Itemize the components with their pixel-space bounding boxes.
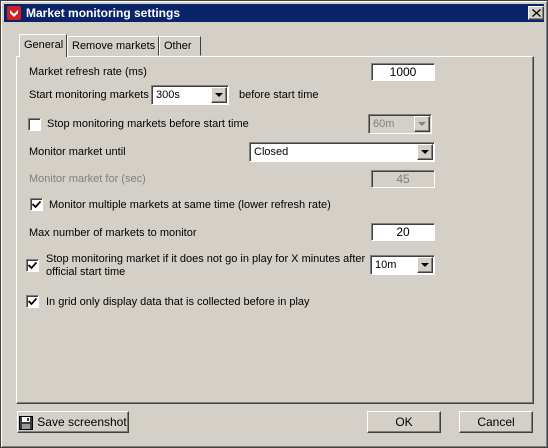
stop-not-in-play-label-line2: official start time [46, 266, 126, 278]
stop-not-in-play-checkbox[interactable] [26, 259, 39, 272]
start-monitoring-select[interactable]: 300s [151, 85, 229, 105]
multiple-markets-label: Monitor multiple markets at same time (l… [49, 199, 331, 211]
start-monitoring-suffix: before start time [239, 89, 319, 101]
monitor-until-value: Closed [254, 146, 289, 158]
chevron-down-icon [421, 150, 429, 154]
tab-other[interactable]: Other [159, 36, 201, 56]
save-screenshot-label: Save screenshot [37, 415, 127, 429]
tab-other-label: Other [164, 40, 192, 52]
max-markets-input[interactable]: 20 [371, 223, 435, 241]
monitor-until-select[interactable]: Closed [249, 142, 435, 162]
stop-before-start-value: 60m [373, 118, 395, 130]
cancel-button[interactable]: Cancel [459, 411, 533, 433]
chevron-down-icon [421, 263, 429, 267]
start-monitoring-value: 300s [156, 89, 180, 101]
window-title: Market monitoring settings [26, 6, 181, 20]
checkmark-icon [32, 200, 41, 209]
refresh-rate-input[interactable]: 1000 [371, 63, 435, 81]
floppy-disk-icon [19, 415, 34, 430]
start-monitoring-dropdown-button[interactable] [211, 87, 227, 103]
grid-only-before-label: In grid only display data that is collec… [46, 296, 310, 308]
close-icon [532, 9, 541, 17]
checkmark-icon [28, 261, 37, 270]
tab-general-label: General [24, 39, 64, 51]
ok-label: OK [395, 415, 413, 429]
tab-remove-markets[interactable]: Remove markets [67, 36, 159, 56]
ok-button[interactable]: OK [367, 411, 441, 433]
refresh-rate-label: Market refresh rate (ms) [29, 66, 147, 78]
stop-not-in-play-select[interactable]: 10m [370, 255, 435, 275]
monitor-until-dropdown-button[interactable] [417, 144, 433, 160]
cancel-label: Cancel [477, 415, 515, 429]
monitor-for-input: 45 [371, 170, 435, 188]
stop-before-start-select: 60m [368, 114, 432, 134]
stop-before-start-dropdown-button [414, 116, 430, 132]
grid-only-before-checkbox[interactable] [26, 295, 39, 308]
multiple-markets-checkbox[interactable] [30, 198, 43, 211]
start-monitoring-label: Start monitoring markets [29, 89, 149, 101]
settings-window: Market monitoring settings General Remov… [0, 0, 548, 448]
tab-remove-markets-label: Remove markets [72, 40, 156, 52]
stop-not-in-play-dropdown-button[interactable] [417, 257, 433, 273]
checkmark-icon [28, 297, 37, 306]
save-screenshot-button[interactable]: Save screenshot [17, 411, 129, 433]
stop-before-start-label: Stop monitoring markets before start tim… [47, 118, 249, 130]
title-bar: Market monitoring settings [4, 4, 544, 22]
close-button[interactable] [528, 6, 544, 20]
stop-before-start-checkbox[interactable] [28, 118, 41, 131]
chevron-down-icon [215, 93, 223, 97]
stop-not-in-play-label-line1: Stop monitoring market if it does not go… [46, 253, 366, 265]
tab-general[interactable]: General [19, 34, 67, 57]
monitor-for-label: Monitor market for (sec) [29, 173, 146, 185]
app-icon [7, 6, 21, 20]
stop-not-in-play-value: 10m [375, 259, 397, 271]
monitor-until-label: Monitor market until [29, 146, 126, 158]
chevron-down-icon [418, 122, 426, 126]
max-markets-label: Max number of markets to monitor [29, 227, 197, 239]
